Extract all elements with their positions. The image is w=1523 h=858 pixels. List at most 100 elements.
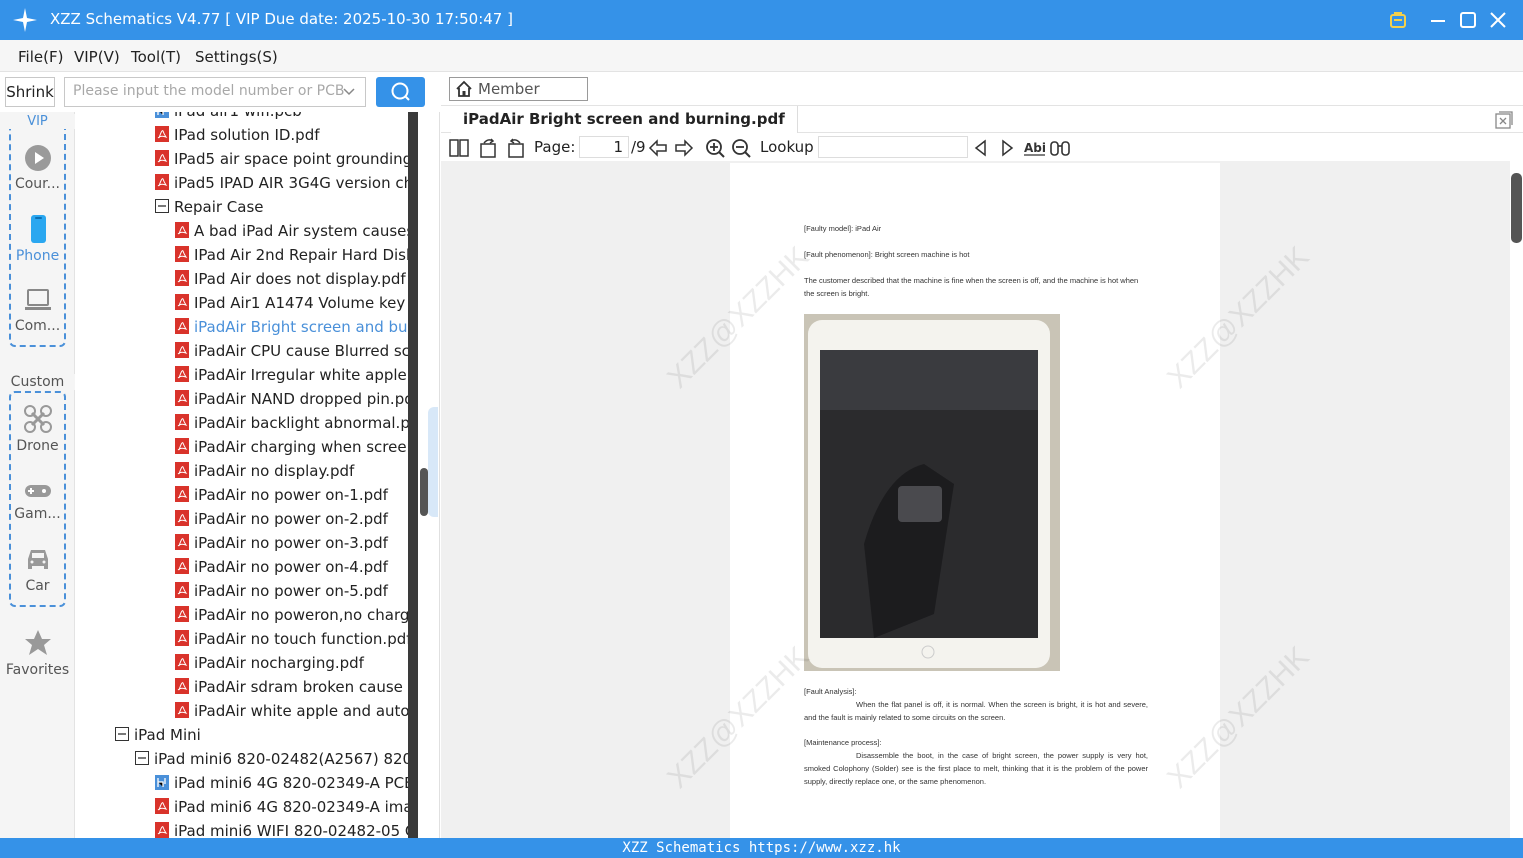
match-case-icon[interactable]: Abi (1023, 137, 1047, 159)
find-prev-icon[interactable] (970, 137, 992, 159)
next-page-icon[interactable] (673, 137, 695, 159)
tree-file[interactable]: iPad mini6 4G 820-02349-A PCB la (155, 771, 408, 795)
tree-file[interactable]: IPad solution ID.pdf (155, 123, 320, 147)
tree-file[interactable]: iPadAir charging when screen li (175, 435, 408, 459)
menu-vip[interactable]: VIP(V) (74, 48, 120, 66)
tree-file[interactable]: iPadAir nocharging.pdf (175, 651, 364, 675)
viewer-scrollbar-thumb[interactable] (1511, 173, 1522, 243)
tree-file[interactable]: A bad iPad Air system causes a (175, 219, 408, 243)
chevron-down-icon[interactable] (343, 86, 355, 98)
rotate-left-icon[interactable] (478, 137, 500, 159)
svg-text:Abi: Abi (1024, 141, 1046, 155)
collapse-minus-icon[interactable] (155, 198, 169, 214)
ipad-photo-image (804, 314, 1060, 671)
document-tab-bar: iPadAir Bright screen and burning.pdf (441, 105, 1523, 133)
tree-item-label: iPadAir nocharging.pdf (194, 654, 364, 672)
member-center-button[interactable]: Member Center (449, 77, 588, 120)
sidebar-item-car[interactable]: Car (0, 546, 75, 594)
pdf-file-icon (175, 294, 189, 310)
pdf-viewer[interactable]: [Faulty model]: iPad Air [Fault phenomen… (441, 161, 1510, 838)
sidebar-item-drone[interactable]: Drone (0, 404, 75, 454)
tree-item-label: iPadAir no power on-1.pdf (194, 486, 388, 504)
search-input[interactable]: Please input the model number or PCB (64, 77, 366, 107)
menu-file[interactable]: File(F) (18, 48, 63, 66)
find-next-icon[interactable] (996, 137, 1018, 159)
play-course-icon (24, 145, 51, 171)
tree-file[interactable]: iPadAir no power on-5.pdf (175, 579, 388, 603)
tree-file[interactable]: iPadAir no poweron,no chargin (175, 603, 408, 627)
menu-tool[interactable]: Tool(T) (131, 48, 181, 66)
tree-file[interactable]: iPadAir no power on-4.pdf (175, 555, 388, 579)
tree-file[interactable]: iPadAir sdram broken cause no (175, 675, 408, 699)
zoom-out-icon[interactable] (730, 137, 752, 159)
rotate-right-icon[interactable] (504, 137, 526, 159)
tree-folder[interactable]: Repair Case (155, 195, 264, 219)
tree-file[interactable]: iPadAir no touch function.pdf (175, 627, 408, 651)
collapse-minus-icon[interactable] (115, 726, 129, 742)
pdf-file-icon (155, 798, 169, 814)
tree-item-label: iPadAir Irregular white apple ar (194, 366, 408, 384)
tree-item-label: iPadAir charging when screen li (194, 438, 408, 456)
tree-file[interactable]: IPad Air1 A1474 Volume key mu (175, 291, 408, 315)
tree-file[interactable]: iPadAir no power on-1.pdf (175, 483, 388, 507)
tree-file[interactable]: iPadAir NAND dropped pin.pdf (175, 387, 408, 411)
tree-file[interactable]: iPad mini6 4G 820-02349-A image (155, 795, 408, 819)
page-number-input[interactable]: 1 (579, 136, 629, 158)
sidebar-item-course[interactable]: Cour... (0, 144, 75, 192)
maintenance-title: [Maintenance process]: (804, 738, 882, 747)
tree-item-label: iPadAir no touch function.pdf (194, 630, 408, 648)
tree-file[interactable]: iPadAir no power on-3.pdf (175, 531, 388, 555)
binoculars-icon[interactable] (1049, 137, 1071, 159)
viewer-scrollbar[interactable] (1510, 161, 1523, 838)
pdf-file-icon (175, 246, 189, 262)
faulty-model-text: [Faulty model]: iPad Air (804, 224, 882, 233)
shrink-button[interactable]: Shrink (5, 77, 55, 107)
vip-label: VIP (25, 114, 50, 129)
lookup-input[interactable] (818, 136, 968, 158)
prev-page-icon[interactable] (647, 137, 669, 159)
tree-folder[interactable]: iPad mini6 820-02482(A2567) 820-023 (135, 747, 408, 771)
tab-document[interactable]: iPadAir Bright screen and burning.pdf (451, 106, 798, 133)
pdf-file-icon (175, 510, 189, 526)
search-button[interactable] (376, 77, 425, 107)
tree-file[interactable]: IPad Air 2nd Repair Hard Disk V (175, 243, 408, 267)
tree-item-label: iPadAir CPU cause Blurred scree (194, 342, 408, 360)
collapse-minus-icon[interactable] (135, 750, 149, 766)
tree-file[interactable]: IPad Air does not display.pdf (175, 267, 406, 291)
close-icon[interactable] (1486, 8, 1510, 32)
tree-folder[interactable]: iPad Mini (115, 723, 201, 747)
tree-file[interactable]: iPadAir no display.pdf (175, 459, 354, 483)
collapse-handle[interactable] (428, 407, 438, 517)
minimize-icon[interactable] (1426, 8, 1450, 32)
sidebar-item-favorites[interactable]: Favorites (0, 628, 75, 678)
tree-file[interactable]: IPad5 air space point grounding cc (155, 147, 408, 171)
tree-file[interactable]: iPad5 IPAD AIR 3G4G version chan (155, 171, 408, 195)
zoom-in-icon[interactable] (704, 137, 726, 159)
tree-item-label: IPad solution ID.pdf (174, 126, 320, 144)
tree-item-label: iPadAir Bright screen and burni (194, 318, 408, 336)
pdf-file-icon (175, 438, 189, 454)
tree-file[interactable]: iPad air1 wifi.pcb (155, 112, 302, 123)
close-document-icon[interactable] (1495, 111, 1513, 129)
menu-bar: File(F) VIP(V) Tool(T) Settings(S) (0, 40, 1523, 72)
tree-file[interactable]: iPadAir white apple and auto sl (175, 699, 408, 723)
menu-settings[interactable]: Settings(S) (195, 48, 278, 66)
pdf-file-icon (175, 558, 189, 574)
tree-file[interactable]: iPadAir CPU cause Blurred scree (175, 339, 408, 363)
sidebar-item-phone[interactable]: Phone (0, 214, 75, 264)
sidebar-item-computer[interactable]: Com... (0, 288, 75, 334)
tree-scrollbar-thumb[interactable] (420, 468, 428, 516)
title-bar: XZZ Schematics V4.77 [ VIP Due date: 202… (0, 0, 1523, 40)
sidebar-item-game[interactable]: Gam... (0, 480, 75, 522)
tree-scrollbar-track[interactable] (408, 112, 418, 838)
vip-bag-icon[interactable] (1386, 8, 1410, 32)
tree-file[interactable]: iPadAir backlight abnormal.pdf (175, 411, 408, 435)
maximize-icon[interactable] (1456, 8, 1480, 32)
tree-file[interactable]: iPadAir Irregular white apple ar (175, 363, 408, 387)
two-page-icon[interactable] (448, 137, 470, 159)
pdf-file-icon (155, 126, 169, 142)
tree-file[interactable]: iPadAir no power on-2.pdf (175, 507, 388, 531)
tree-file[interactable]: iPadAir Bright screen and burni (175, 315, 408, 339)
tree-file[interactable]: iPad mini6 WIFI 820-02482-05 Con (155, 819, 408, 838)
pdf-file-icon (175, 366, 189, 382)
